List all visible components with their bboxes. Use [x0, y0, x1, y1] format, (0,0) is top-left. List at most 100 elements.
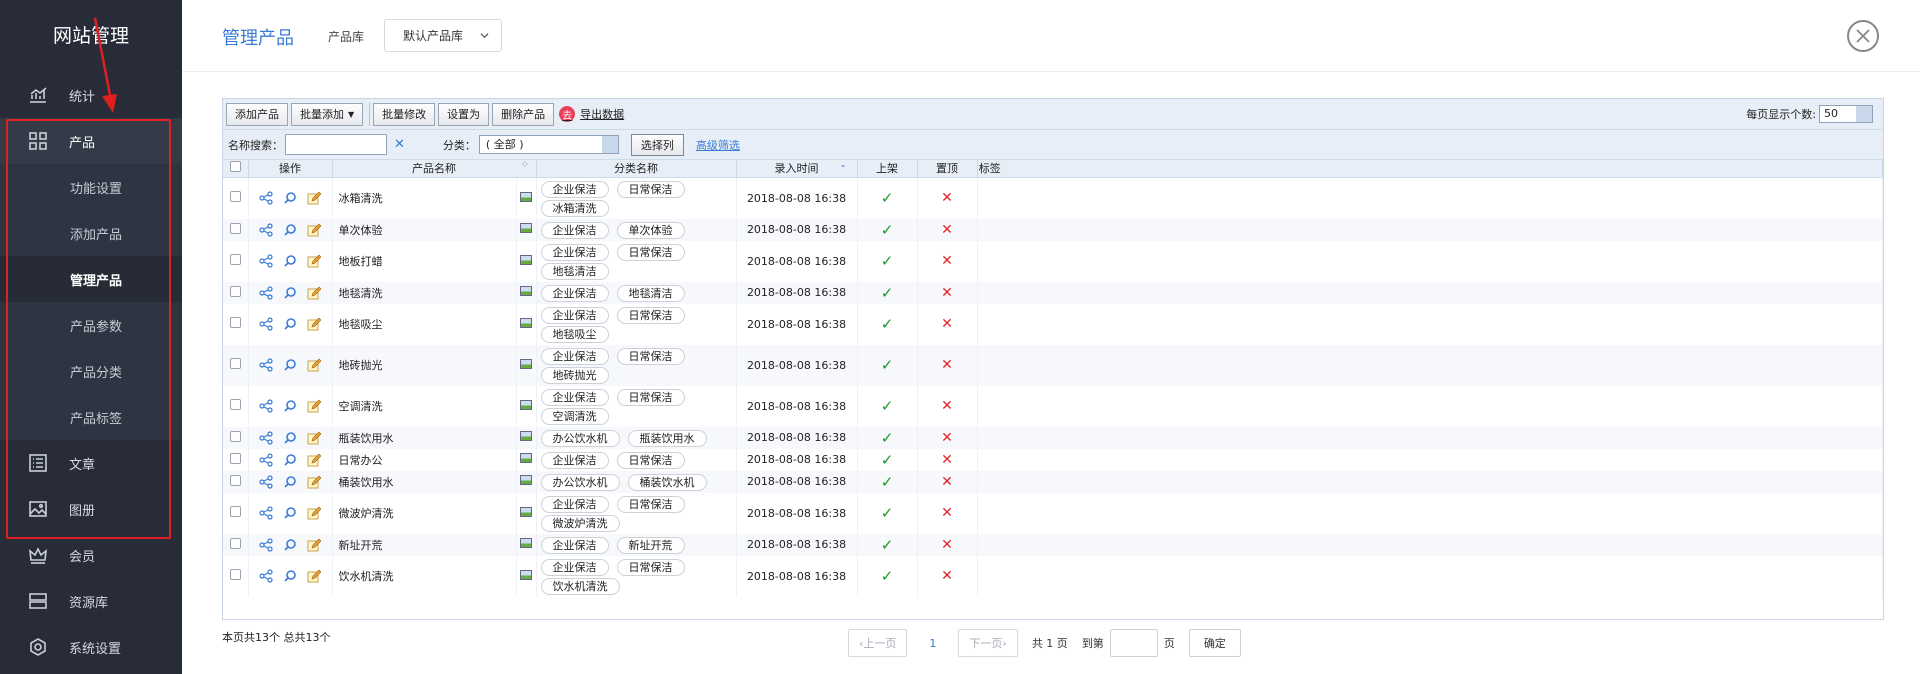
- edit-icon[interactable]: [307, 223, 321, 237]
- preview-search-icon[interactable]: [283, 399, 297, 413]
- listed-check-icon[interactable]: ✓: [857, 177, 918, 219]
- preview-search-icon[interactable]: [283, 475, 297, 489]
- batch-edit-button[interactable]: 批量修改: [373, 102, 436, 126]
- product-image-icon[interactable]: [520, 223, 532, 233]
- top-cross-icon[interactable]: ✕: [917, 492, 978, 534]
- row-checkbox[interactable]: [229, 358, 241, 369]
- share-icon[interactable]: [259, 474, 273, 489]
- sidebar-item-function-settings[interactable]: 功能设置: [0, 164, 182, 210]
- listed-check-icon[interactable]: ✓: [857, 240, 918, 282]
- goto-page-input[interactable]: [1109, 629, 1158, 657]
- edit-icon[interactable]: [307, 191, 321, 205]
- preview-search-icon[interactable]: [283, 431, 297, 445]
- listed-check-icon[interactable]: ✓: [857, 555, 918, 597]
- listed-check-icon[interactable]: ✓: [857, 218, 918, 241]
- top-cross-icon[interactable]: ✕: [917, 303, 978, 345]
- batch-add-button[interactable]: 批量添加 ▼: [291, 102, 364, 126]
- export-data-link[interactable]: 去 导出数据: [559, 106, 624, 122]
- edit-icon[interactable]: [307, 317, 321, 331]
- row-checkbox[interactable]: [229, 474, 241, 486]
- preview-search-icon[interactable]: [283, 358, 297, 372]
- preview-search-icon[interactable]: [283, 538, 297, 552]
- edit-icon[interactable]: [307, 399, 321, 413]
- listed-check-icon[interactable]: ✓: [857, 385, 918, 427]
- top-cross-icon[interactable]: ✕: [917, 218, 978, 241]
- col-listed[interactable]: 上架: [857, 160, 918, 178]
- listed-check-icon[interactable]: ✓: [857, 448, 918, 471]
- row-checkbox[interactable]: [229, 452, 241, 464]
- sidebar-item-products[interactable]: 产品: [0, 118, 182, 164]
- share-icon[interactable]: [259, 285, 273, 300]
- share-icon[interactable]: [259, 317, 273, 331]
- product-image-icon[interactable]: [520, 358, 532, 369]
- top-cross-icon[interactable]: ✕: [917, 344, 978, 386]
- share-icon[interactable]: [259, 452, 273, 467]
- product-image-icon[interactable]: [520, 191, 532, 202]
- product-image-icon[interactable]: [520, 569, 532, 580]
- edit-icon[interactable]: [307, 286, 321, 300]
- edit-icon[interactable]: [307, 254, 321, 268]
- select-columns-button[interactable]: 选择列: [630, 133, 684, 156]
- product-image-icon[interactable]: [520, 453, 532, 463]
- listed-check-icon[interactable]: ✓: [857, 303, 918, 345]
- prev-page-button[interactable]: ‹ 上一页: [848, 629, 908, 657]
- product-name[interactable]: 日常办公: [332, 448, 517, 471]
- listed-check-icon[interactable]: ✓: [857, 281, 918, 304]
- share-icon[interactable]: [259, 254, 273, 268]
- product-name[interactable]: 空调清洗: [332, 385, 517, 427]
- product-name[interactable]: 新址开荒: [332, 533, 517, 556]
- product-image-icon[interactable]: [520, 506, 532, 517]
- share-icon[interactable]: [259, 430, 273, 445]
- sidebar-item-manage-products[interactable]: 管理产品: [0, 256, 182, 302]
- sidebar-item-articles[interactable]: 文章: [0, 440, 182, 486]
- share-icon[interactable]: [259, 537, 273, 552]
- sidebar-item-resources[interactable]: 资源库: [0, 578, 182, 624]
- col-date[interactable]: 录入时间 ⌄: [736, 160, 858, 178]
- row-checkbox[interactable]: [229, 317, 241, 328]
- product-image-icon[interactable]: [520, 399, 532, 410]
- confirm-page-button[interactable]: 确定: [1188, 629, 1241, 657]
- share-icon[interactable]: [259, 506, 273, 520]
- product-name[interactable]: 饮水机清洗: [332, 555, 517, 597]
- col-category[interactable]: 分类名称: [536, 160, 737, 178]
- top-cross-icon[interactable]: ✕: [917, 385, 978, 427]
- category-select[interactable]: ( 全部 ): [478, 135, 619, 154]
- preview-search-icon[interactable]: [283, 254, 297, 268]
- product-name[interactable]: 地毯清洗: [332, 281, 517, 304]
- row-checkbox[interactable]: [229, 569, 241, 580]
- row-checkbox[interactable]: [229, 285, 241, 297]
- edit-icon[interactable]: [307, 453, 321, 467]
- top-cross-icon[interactable]: ✕: [917, 470, 978, 493]
- sidebar-item-product-params[interactable]: 产品参数: [0, 302, 182, 348]
- product-name[interactable]: 冰箱清洗: [332, 177, 517, 219]
- row-checkbox[interactable]: [229, 222, 241, 234]
- edit-icon[interactable]: [307, 475, 321, 489]
- clear-search-icon[interactable]: ✕: [394, 137, 405, 152]
- preview-search-icon[interactable]: [283, 191, 297, 205]
- top-cross-icon[interactable]: ✕: [917, 448, 978, 471]
- preview-search-icon[interactable]: [283, 223, 297, 237]
- top-cross-icon[interactable]: ✕: [917, 555, 978, 597]
- top-cross-icon[interactable]: ✕: [917, 533, 978, 556]
- listed-check-icon[interactable]: ✓: [857, 492, 918, 534]
- product-image-icon[interactable]: [520, 475, 532, 485]
- product-name[interactable]: 桶装饮用水: [332, 470, 517, 493]
- edit-icon[interactable]: [307, 569, 321, 583]
- per-page-select[interactable]: 50: [1819, 105, 1873, 123]
- sidebar-item-product-category[interactable]: 产品分类: [0, 348, 182, 394]
- close-button[interactable]: [1847, 20, 1879, 52]
- set-as-button[interactable]: 设置为: [438, 102, 490, 126]
- name-search-input[interactable]: [285, 134, 387, 155]
- listed-check-icon[interactable]: ✓: [857, 426, 918, 449]
- preview-search-icon[interactable]: [283, 286, 297, 300]
- share-icon[interactable]: [259, 358, 273, 372]
- share-icon[interactable]: [259, 191, 273, 205]
- row-checkbox[interactable]: [229, 506, 241, 517]
- sidebar-item-albums[interactable]: 图册: [0, 486, 182, 532]
- sidebar-item-add-product[interactable]: 添加产品: [0, 210, 182, 256]
- select-all-checkbox[interactable]: [229, 161, 241, 173]
- product-name[interactable]: 瓶装饮用水: [332, 426, 517, 449]
- product-image-icon[interactable]: [520, 317, 532, 328]
- product-image-icon[interactable]: [520, 254, 532, 265]
- sidebar-item-system-settings[interactable]: 系统设置: [0, 624, 182, 670]
